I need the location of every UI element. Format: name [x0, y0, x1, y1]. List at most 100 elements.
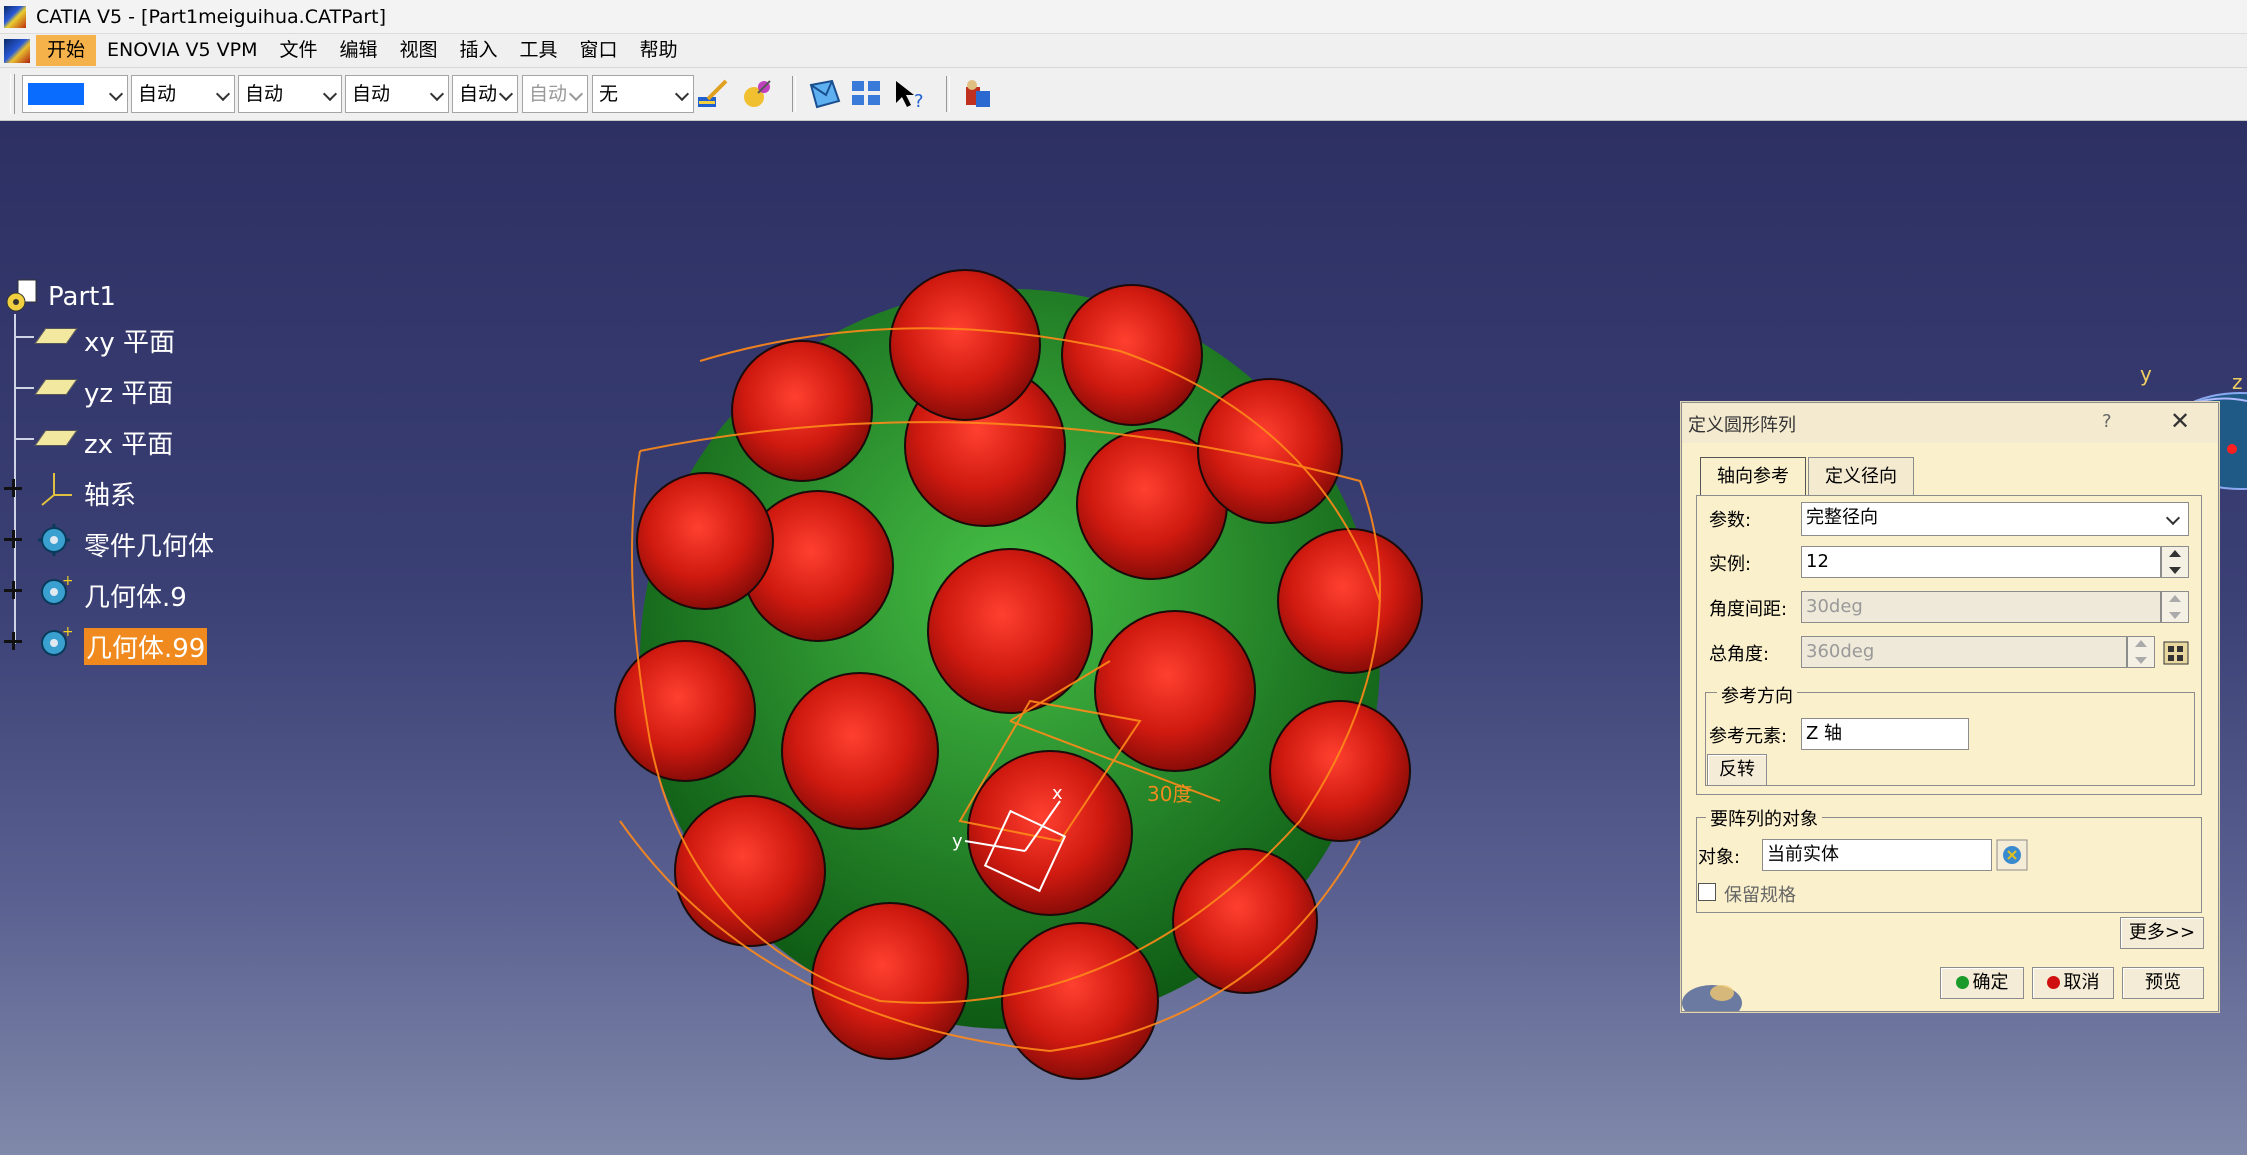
- spin-down-icon: [2135, 657, 2147, 664]
- rendering-style-combo: 自动: [522, 75, 588, 113]
- tree-item-axis-system[interactable]: 轴系: [0, 469, 200, 511]
- menu-window[interactable]: 窗口: [569, 35, 629, 66]
- tree-label: 轴系: [84, 481, 137, 511]
- ok-button[interactable]: 确定: [1940, 967, 2024, 999]
- menu-view[interactable]: 视图: [389, 35, 449, 66]
- combo-value: 自动: [352, 83, 391, 105]
- tab-axial-reference[interactable]: 轴向参考: [1700, 457, 1806, 496]
- close-icon[interactable]: ✕: [2170, 407, 2190, 435]
- layer-combo[interactable]: 无: [592, 75, 694, 113]
- spin-up-icon: [2169, 595, 2181, 602]
- tree-label: yz 平面: [84, 379, 174, 409]
- tree-item-zx-plane[interactable]: zx 平面: [0, 418, 200, 460]
- menu-enovia[interactable]: ENOVIA V5 VPM: [96, 35, 268, 66]
- combo-value: 自动: [245, 83, 284, 105]
- instances-input[interactable]: 12: [1801, 546, 2161, 578]
- menu-start[interactable]: 开始: [36, 35, 97, 66]
- spin-up-icon: [2135, 640, 2147, 647]
- object-input[interactable]: 当前实体: [1762, 839, 1992, 871]
- tree-label: zx 平面: [84, 430, 174, 460]
- tree-item-yz-plane[interactable]: yz 平面: [0, 367, 200, 409]
- dialog-title-bar[interactable]: 定义圆形阵列 ? ✕: [1682, 403, 2218, 443]
- total-angle-label: 总角度:: [1709, 644, 1770, 665]
- svg-text:+: +: [62, 575, 72, 589]
- params-label: 参数:: [1709, 510, 1752, 531]
- body-gear-icon: [38, 524, 70, 556]
- menu-tools[interactable]: 工具: [509, 35, 569, 66]
- menu-help[interactable]: 帮助: [629, 35, 689, 66]
- knowledge-icon[interactable]: [962, 77, 996, 111]
- painter-icon[interactable]: [696, 77, 730, 111]
- angle-spacing-input: 30deg: [1801, 591, 2161, 623]
- ref-element-label: 参考元素:: [1709, 726, 1788, 747]
- multiview-icon[interactable]: [850, 77, 884, 111]
- toolbar-separator: [792, 76, 796, 112]
- tree-label-part1: Part1: [48, 282, 116, 312]
- expand-plus-icon[interactable]: [4, 479, 22, 497]
- preview-button[interactable]: 预览: [2122, 967, 2204, 999]
- keep-spec-checkbox[interactable]: [1698, 883, 1716, 901]
- context-help-icon[interactable]: ?: [892, 77, 926, 111]
- tab-crown-definition[interactable]: 定义径向: [1808, 457, 1914, 496]
- cancel-label: 取消: [2063, 972, 2100, 993]
- expand-plus-icon[interactable]: [4, 632, 22, 650]
- menu-edit[interactable]: 编辑: [328, 35, 388, 66]
- tree-item-xy-plane[interactable]: xy 平面: [0, 316, 200, 358]
- plane-icon: [34, 328, 78, 344]
- transparency-combo[interactable]: 自动: [131, 75, 235, 113]
- tree-root-part1[interactable]: Part1: [0, 276, 200, 316]
- point-type-combo[interactable]: 自动: [452, 75, 518, 113]
- menu-file[interactable]: 文件: [268, 35, 328, 66]
- more-button[interactable]: 更多>>: [2120, 917, 2204, 949]
- chevron-down-icon: [215, 86, 231, 102]
- spin-up-icon[interactable]: [2169, 550, 2181, 557]
- tree-connector: [14, 387, 34, 389]
- tree-item-body-9[interactable]: + 几何体.9: [0, 571, 240, 613]
- combo-value: 自动: [459, 83, 498, 105]
- ref-element-input[interactable]: Z 轴: [1801, 718, 1969, 750]
- cancel-button[interactable]: 取消: [2032, 967, 2114, 999]
- circular-pattern-dialog: 定义圆形阵列 ? ✕ 轴向参考 定义径向 参数: 完整径向 实例: 12 角度间…: [1681, 402, 2219, 1012]
- angle-spacing-stepper: [2161, 591, 2189, 623]
- reverse-button[interactable]: 反转: [1707, 754, 1767, 786]
- catia-logo-icon[interactable]: [4, 38, 30, 63]
- object-selector-icon[interactable]: [1996, 839, 2028, 871]
- toolbar-grip[interactable]: [10, 74, 15, 114]
- line-thickness-combo[interactable]: 自动: [238, 75, 342, 113]
- formula-icon[interactable]: [2161, 636, 2193, 668]
- combo-value: 无: [599, 83, 619, 105]
- chevron-down-icon: [2165, 510, 2181, 526]
- graphic-properties-icon[interactable]: [740, 77, 774, 111]
- tree-item-body-99[interactable]: + 几何体.99: [0, 622, 240, 665]
- keep-spec-label: 保留规格: [1724, 885, 1796, 906]
- body-gear-icon: +: [41, 626, 72, 656]
- color-combo[interactable]: [22, 75, 128, 113]
- color-swatch: [28, 83, 84, 105]
- tree-label: xy 平面: [84, 328, 176, 358]
- spin-down-icon: [2169, 612, 2181, 619]
- menu-insert[interactable]: 插入: [449, 35, 509, 66]
- line-type-combo[interactable]: 自动: [345, 75, 449, 113]
- help-button[interactable]: ?: [2102, 411, 2112, 432]
- params-select[interactable]: 完整径向: [1801, 502, 2189, 536]
- expand-plus-icon[interactable]: [4, 530, 22, 548]
- catalog-browser-icon[interactable]: [808, 77, 842, 111]
- chevron-down-icon: [498, 86, 514, 102]
- angle-annotation: 30度: [1147, 782, 1192, 806]
- graphic-properties-toolbar: 自动 自动 自动 自动 自动 无 ?: [0, 68, 2247, 121]
- expand-plus-icon[interactable]: [4, 581, 22, 599]
- chevron-down-icon: [429, 86, 445, 102]
- compass-label-z: z: [2232, 370, 2243, 394]
- part-icon: [6, 279, 37, 312]
- instances-stepper[interactable]: [2161, 546, 2189, 578]
- compass-label-y: y: [2140, 362, 2152, 386]
- tree-label-selected: 几何体.99: [84, 628, 208, 665]
- combo-value: 自动: [138, 83, 177, 105]
- chevron-down-icon: [568, 86, 584, 102]
- objects-title: 要阵列的对象: [1706, 805, 1822, 831]
- title-bar: CATIA V5 - [Part1meiguihua.CATPart]: [0, 0, 2247, 34]
- tree-item-part-body[interactable]: 零件几何体: [0, 520, 240, 562]
- spin-down-icon[interactable]: [2169, 567, 2181, 574]
- axis-label-x: x: [1052, 783, 1063, 804]
- chevron-down-icon: [674, 86, 690, 102]
